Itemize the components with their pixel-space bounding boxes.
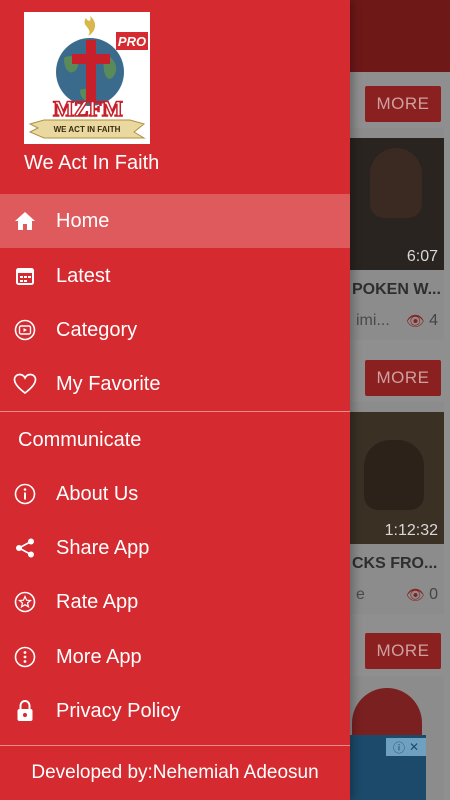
more-button[interactable]: MORE <box>365 360 441 396</box>
nav-item-home[interactable]: Home <box>0 194 350 248</box>
more-button[interactable]: MORE <box>365 86 441 122</box>
navigation-drawer: PRO MZFM WE ACT IN FAITH We Act In Faith… <box>0 0 350 800</box>
svg-text:MZFM: MZFM <box>53 96 123 121</box>
ad-choices-badge[interactable]: ⓘ ✕ <box>386 738 426 756</box>
video-title: POKEN W... <box>352 281 441 298</box>
svg-text:WE ACT IN FAITH: WE ACT IN FAITH <box>54 125 121 134</box>
close-icon[interactable]: ✕ <box>409 740 419 754</box>
nav-item-rate-app[interactable]: Rate App <box>0 575 350 629</box>
app-logo: PRO MZFM WE ACT IN FAITH <box>24 12 150 144</box>
nav-item-label: Category <box>56 318 138 341</box>
nav-item-latest[interactable]: Latest <box>0 249 350 303</box>
video-title: CKS FRO... <box>352 555 438 572</box>
nav-item-label: Rate App <box>56 590 139 613</box>
nav-item-share-app[interactable]: Share App <box>0 521 350 575</box>
nav-item-more-app[interactable]: More App <box>0 630 350 684</box>
video-duration: 1:12:32 <box>384 522 438 539</box>
nav-item-label: Home <box>56 209 110 232</box>
more-vertical-icon <box>12 644 38 670</box>
svg-text:PRO: PRO <box>118 34 146 49</box>
heart-icon <box>12 371 38 397</box>
info-icon: ⓘ <box>392 740 405 755</box>
lock-icon <box>12 698 38 724</box>
nav-item-label: More App <box>56 645 142 668</box>
share-icon <box>12 535 38 561</box>
more-button[interactable]: MORE <box>365 633 441 669</box>
divider <box>0 411 350 412</box>
developer-credit: Developed by:Nehemiah Adeosun <box>31 762 319 783</box>
logo-image: PRO MZFM WE ACT IN FAITH <box>28 16 148 139</box>
video-thumbnail[interactable]: 1:12:32 <box>350 412 444 544</box>
nav-item-favorite[interactable]: My Favorite <box>0 357 350 411</box>
nav-item-label: Latest <box>56 264 111 287</box>
nav-item-label: About Us <box>56 482 139 505</box>
nav-item-label: Share App <box>56 536 150 559</box>
home-icon <box>12 208 38 234</box>
section-header: Communicate <box>18 429 142 451</box>
video-duration: 6:07 <box>406 248 438 265</box>
info-icon <box>12 481 38 507</box>
video-play-icon <box>12 317 38 343</box>
nav-item-about-us[interactable]: About Us <box>0 467 350 521</box>
nav-item-privacy-policy[interactable]: Privacy Policy <box>0 684 350 738</box>
view-count: 👁 4 <box>406 312 438 330</box>
app-name: We Act In Faith <box>24 152 160 174</box>
nav-item-category[interactable]: Category <box>0 303 350 357</box>
eye-icon: 👁 <box>406 587 426 604</box>
view-count: 👁 0 <box>406 586 438 604</box>
nav-item-label: Privacy Policy <box>56 699 181 722</box>
calendar-icon <box>12 263 38 289</box>
video-thumbnail[interactable]: 6:07 <box>350 138 444 270</box>
eye-icon: 👁 <box>406 313 426 330</box>
nav-item-label: My Favorite <box>56 372 161 395</box>
star-icon <box>12 589 38 615</box>
